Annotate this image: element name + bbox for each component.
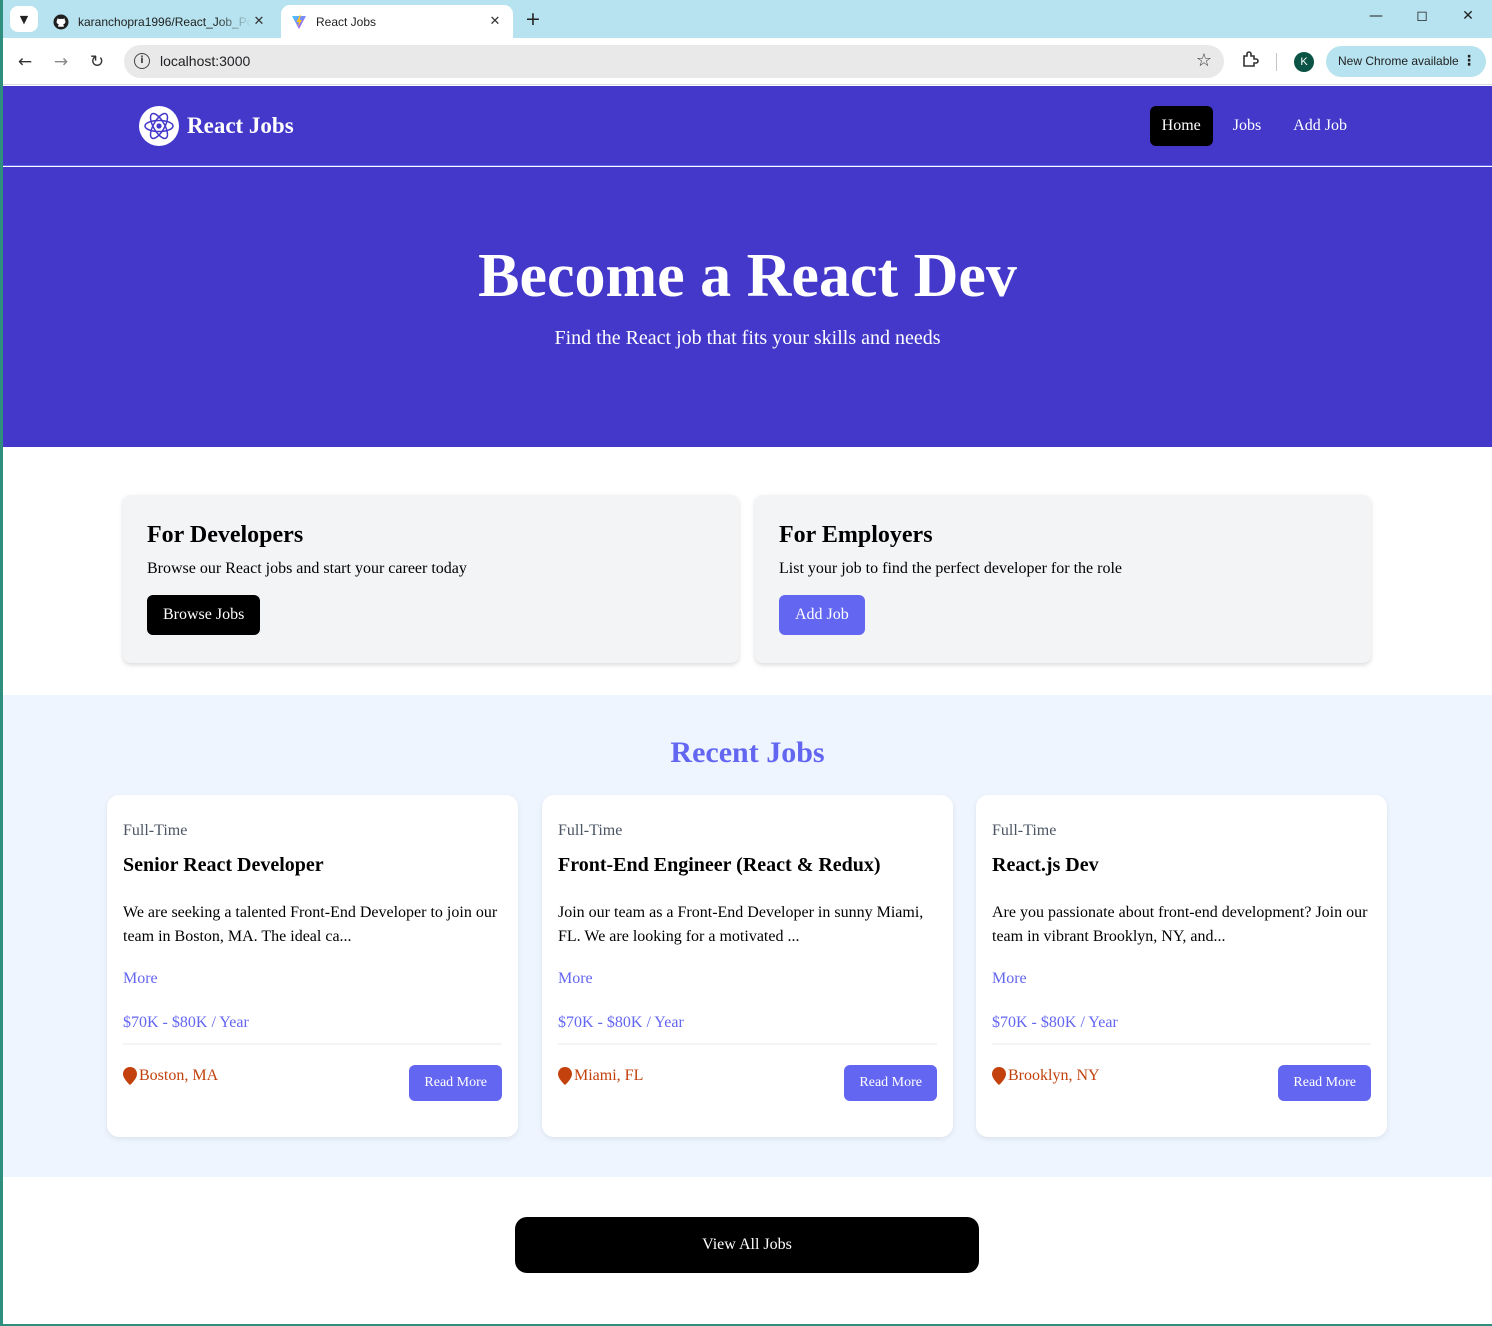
developers-card-text: Browse our React jobs and start your car… bbox=[147, 560, 467, 577]
view-all-jobs-button[interactable]: View All Jobs bbox=[515, 1217, 979, 1273]
update-label: New Chrome available bbox=[1338, 54, 1459, 68]
job-location: Miami, FL bbox=[558, 1067, 643, 1085]
nav-link-add-job[interactable]: Add Job bbox=[1281, 106, 1359, 146]
more-toggle[interactable]: More bbox=[992, 969, 1371, 989]
profile-avatar[interactable]: K bbox=[1294, 52, 1314, 72]
info-cards: For Developers Browse our React jobs and… bbox=[123, 495, 1372, 663]
job-divider bbox=[558, 1043, 937, 1045]
address-bar[interactable]: i localhost:3000 ☆ bbox=[124, 45, 1224, 78]
chevron-down-icon: ▼ bbox=[19, 12, 29, 26]
hero-title: Become a React Dev bbox=[478, 242, 1017, 310]
job-type: Full-Time bbox=[123, 822, 188, 839]
map-marker-icon bbox=[123, 1067, 137, 1085]
brand-title: React Jobs bbox=[187, 113, 294, 138]
tab-title: karanchopra1996/React_Job_Po bbox=[78, 14, 251, 29]
job-divider bbox=[123, 1043, 502, 1045]
read-more-button[interactable]: Read More bbox=[844, 1065, 937, 1101]
job-location-text: Boston, MA bbox=[139, 1067, 219, 1084]
page-content: React Jobs Home Jobs Add Job Become a Re… bbox=[3, 86, 1492, 1324]
forward-icon[interactable]: → bbox=[49, 50, 73, 74]
more-toggle[interactable]: More bbox=[123, 969, 502, 989]
job-salary: $70K - $80K / Year bbox=[558, 1014, 684, 1031]
toolbar-separator bbox=[1276, 53, 1277, 71]
job-card: Full-Time Senior React Developer We are … bbox=[107, 795, 518, 1137]
reload-icon[interactable]: ↻ bbox=[85, 50, 109, 74]
add-job-button[interactable]: Add Job bbox=[779, 595, 865, 635]
job-description: Are you passionate about front-end devel… bbox=[992, 904, 1368, 945]
job-type: Full-Time bbox=[992, 822, 1057, 839]
read-more-button[interactable]: Read More bbox=[1278, 1065, 1371, 1101]
extensions-icon[interactable] bbox=[1239, 50, 1261, 72]
maximize-icon[interactable]: ◻ bbox=[1410, 8, 1434, 24]
map-marker-icon bbox=[558, 1067, 572, 1085]
employers-card: For Employers List your job to find the … bbox=[755, 495, 1371, 663]
back-icon[interactable]: ← bbox=[13, 50, 37, 74]
browse-jobs-button[interactable]: Browse Jobs bbox=[147, 595, 261, 635]
nav-link-home[interactable]: Home bbox=[1149, 106, 1213, 146]
job-salary: $70K - $80K / Year bbox=[992, 1014, 1118, 1031]
hero-section: Become a React Dev Find the React job th… bbox=[3, 167, 1492, 447]
job-location-text: Brooklyn, NY bbox=[1008, 1067, 1100, 1084]
job-location-text: Miami, FL bbox=[574, 1067, 644, 1084]
site-navbar: React Jobs Home Jobs Add Job bbox=[3, 86, 1492, 166]
employers-card-title: For Employers bbox=[779, 522, 933, 548]
tab-react-jobs[interactable]: React Jobs ✕ bbox=[281, 5, 513, 38]
vite-icon bbox=[291, 14, 307, 30]
tab-github[interactable]: karanchopra1996/React_Job_Po ✕ bbox=[43, 5, 277, 38]
developers-card-title: For Developers bbox=[147, 522, 304, 548]
tab-strip: ▼ karanchopra1996/React_Job_Po ✕ React J… bbox=[3, 0, 1492, 38]
job-card: Full-Time Front-End Engineer (React & Re… bbox=[542, 795, 953, 1137]
employers-card-text: List your job to find the perfect develo… bbox=[779, 560, 1122, 577]
minimize-icon[interactable]: — bbox=[1364, 8, 1388, 24]
bookmark-star-icon[interactable]: ☆ bbox=[1196, 50, 1212, 71]
job-footer: Brooklyn, NY Read More bbox=[992, 1065, 1371, 1105]
job-location: Boston, MA bbox=[123, 1067, 218, 1085]
window-close-icon[interactable]: ✕ bbox=[1456, 8, 1480, 24]
close-tab-icon[interactable]: ✕ bbox=[487, 14, 503, 29]
chrome-update-button[interactable]: New Chrome available ⋮ bbox=[1326, 46, 1486, 77]
job-location: Brooklyn, NY bbox=[992, 1067, 1100, 1085]
job-description: We are seeking a talented Front-End Deve… bbox=[123, 904, 498, 945]
read-more-button[interactable]: Read More bbox=[409, 1065, 502, 1101]
developers-card: For Developers Browse our React jobs and… bbox=[123, 495, 739, 663]
job-footer: Boston, MA Read More bbox=[123, 1065, 502, 1105]
browser-toolbar: ← → ↻ i localhost:3000 ☆ K New Chrome av… bbox=[3, 38, 1492, 85]
job-salary: $70K - $80K / Year bbox=[123, 1014, 249, 1031]
tab-search-button[interactable]: ▼ bbox=[10, 6, 38, 32]
job-footer: Miami, FL Read More bbox=[558, 1065, 937, 1105]
new-tab-button[interactable]: + bbox=[521, 8, 545, 32]
react-logo-icon bbox=[139, 106, 179, 146]
brand-link[interactable]: React Jobs bbox=[139, 106, 294, 146]
tab-title: React Jobs bbox=[316, 14, 377, 29]
job-type: Full-Time bbox=[558, 822, 623, 839]
github-icon bbox=[53, 14, 69, 30]
recent-jobs-section: Recent Jobs Full-Time Senior React Devel… bbox=[3, 695, 1492, 1177]
hero-subtitle: Find the React job that fits your skills… bbox=[554, 327, 941, 349]
nav-link-jobs[interactable]: Jobs bbox=[1221, 106, 1273, 146]
site-info-icon[interactable]: i bbox=[134, 53, 150, 69]
job-title: Front-End Engineer (React & Redux) bbox=[558, 854, 881, 876]
job-title: React.js Dev bbox=[992, 854, 1099, 876]
close-tab-icon[interactable]: ✕ bbox=[251, 14, 267, 29]
job-description: Join our team as a Front-End Developer i… bbox=[558, 904, 924, 945]
more-toggle[interactable]: More bbox=[558, 969, 937, 989]
more-menu-icon[interactable]: ⋮ bbox=[1462, 46, 1476, 77]
nav-links: Home Jobs Add Job bbox=[1142, 106, 1359, 146]
job-title: Senior React Developer bbox=[123, 854, 324, 876]
job-divider bbox=[992, 1043, 1371, 1045]
job-card: Full-Time React.js Dev Are you passionat… bbox=[976, 795, 1387, 1137]
url-text: localhost:3000 bbox=[160, 53, 251, 69]
browser-window: ▼ karanchopra1996/React_Job_Po ✕ React J… bbox=[3, 0, 1492, 1324]
recent-jobs-heading: Recent Jobs bbox=[670, 736, 825, 769]
map-marker-icon bbox=[992, 1067, 1006, 1085]
